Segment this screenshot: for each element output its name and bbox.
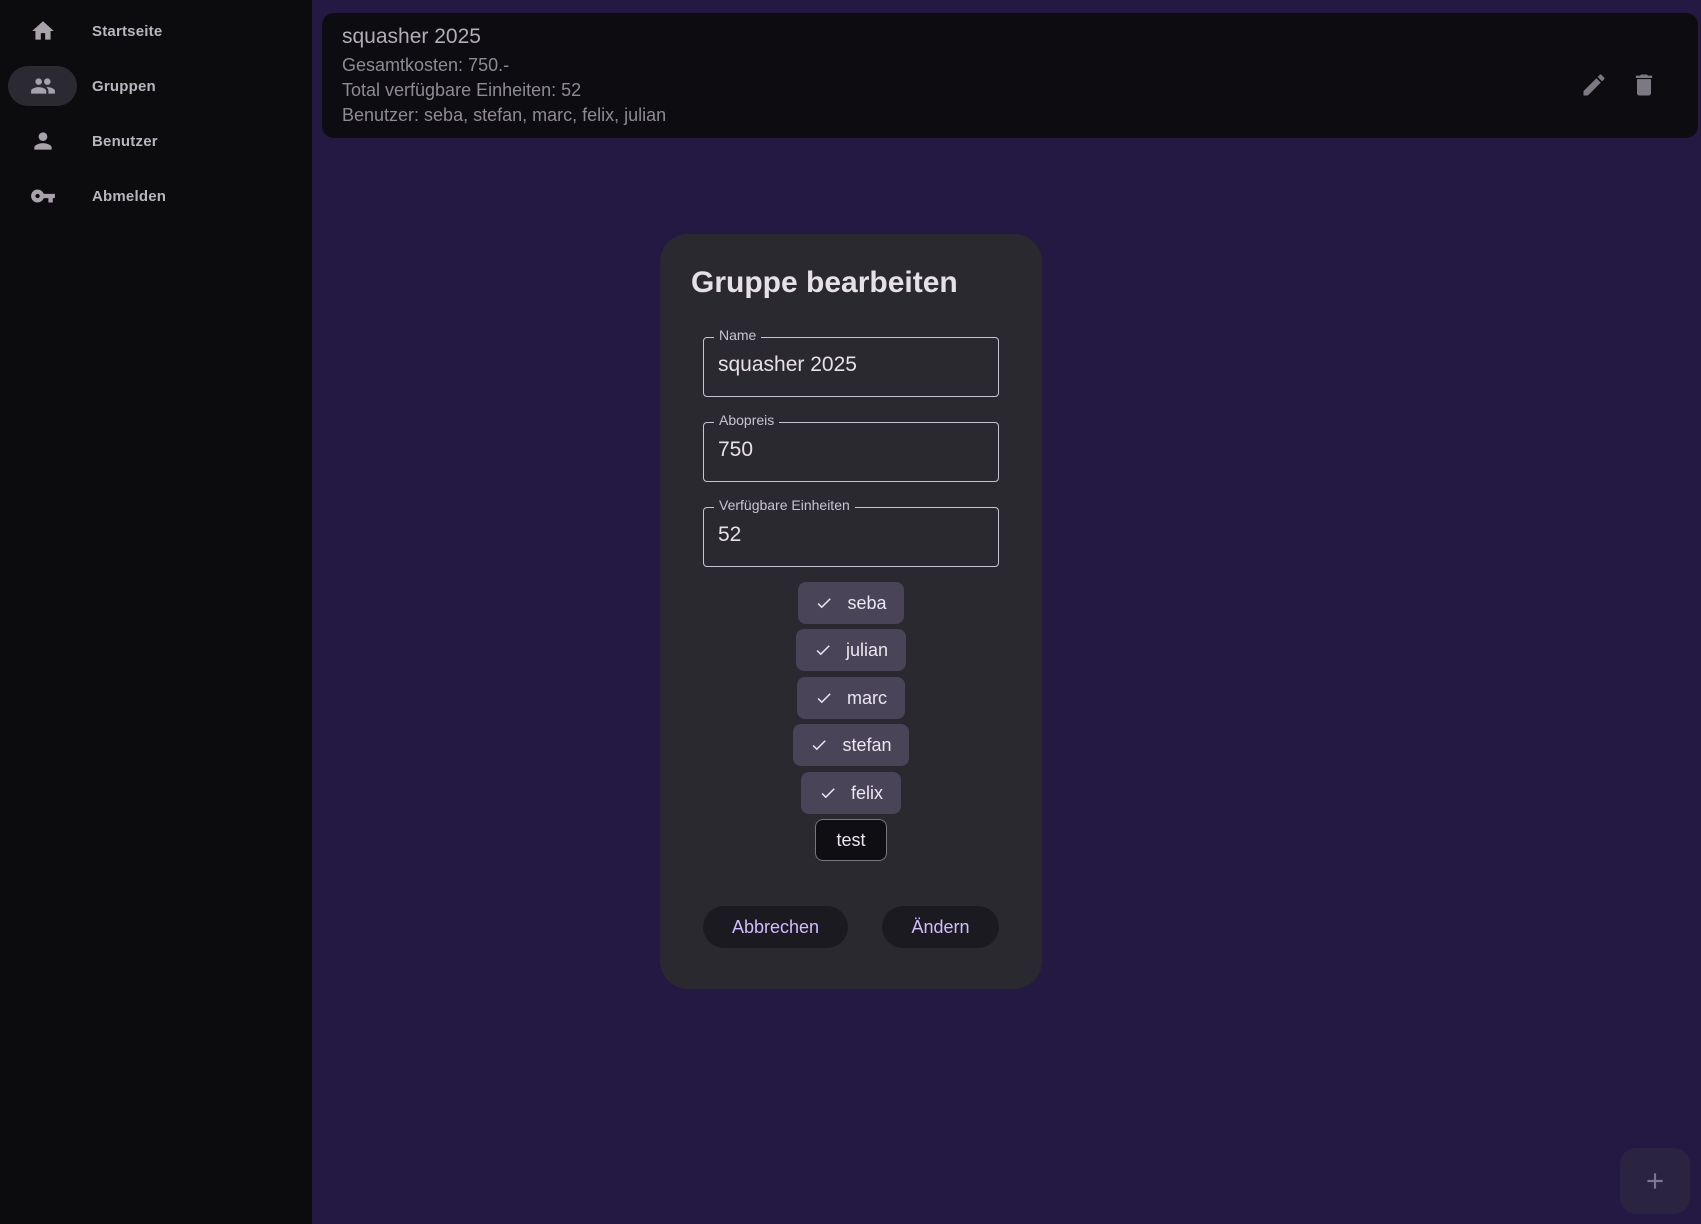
nav-label-benutzer: Benutzer [92, 132, 158, 150]
group-icon [30, 78, 55, 94]
nav-pill [8, 11, 77, 51]
nav-item-gruppen[interactable]: Gruppen [8, 66, 304, 106]
units-field-label: Verfügbare Einheiten [714, 497, 855, 513]
dialog-title: Gruppe bearbeiten [691, 266, 958, 299]
chip-label: stefan [842, 734, 892, 755]
edit-icon [1583, 74, 1605, 96]
chip-label: seba [847, 592, 887, 613]
price-field[interactable]: Abopreis [703, 412, 999, 482]
chip-user-test[interactable]: test [815, 819, 887, 861]
units-input[interactable] [718, 523, 978, 547]
check-icon [816, 645, 830, 656]
name-field[interactable]: Name [703, 327, 999, 397]
delete-button[interactable] [1628, 69, 1660, 101]
chip-label: marc [847, 687, 887, 708]
plus-icon [1647, 1173, 1663, 1189]
check-icon [813, 740, 827, 751]
nav-label-gruppen: Gruppen [92, 77, 156, 95]
chip-label: test [836, 829, 866, 850]
nav-pill [8, 176, 77, 216]
group-users: Benutzer: seba, stefan, marc, felix, jul… [342, 105, 667, 125]
chip-user-seba[interactable]: seba [798, 582, 904, 624]
check-icon [818, 598, 832, 609]
name-input[interactable] [718, 353, 978, 377]
cancel-button[interactable]: Abbrechen [703, 906, 848, 948]
chip-user-marc[interactable]: marc [797, 677, 905, 719]
chip-user-stefan[interactable]: stefan [793, 724, 909, 766]
nav-label-abmelden: Abmelden [92, 187, 167, 205]
chip-label: felix [850, 782, 883, 803]
price-input[interactable] [718, 438, 978, 462]
chip-user-felix[interactable]: felix [801, 772, 901, 814]
key-icon [30, 189, 55, 203]
chip-user-julian[interactable]: julian [796, 629, 906, 671]
confirm-button[interactable]: Ändern [882, 906, 999, 948]
group-total-cost: Gesamtkosten: 750.- [342, 55, 510, 75]
nav-item-abmelden[interactable]: Abmelden [8, 176, 304, 216]
nav-item-benutzer[interactable]: Benutzer [8, 121, 304, 161]
price-field-label: Abopreis [714, 412, 780, 428]
delete-icon [1635, 74, 1653, 96]
check-icon [821, 788, 835, 799]
chip-label: julian [845, 639, 889, 660]
name-field-label: Name [714, 327, 762, 343]
nav-pill [8, 121, 77, 161]
edit-group-dialog: Gruppe bearbeiten Name Abopreis Verfügba… [660, 234, 1042, 989]
nav-pill-active [8, 66, 77, 106]
add-group-fab[interactable] [1620, 1148, 1690, 1214]
group-units: Total verfügbare Einheiten: 52 [342, 80, 582, 100]
edit-button[interactable] [1578, 69, 1610, 101]
check-icon [817, 693, 831, 704]
group-title: squasher 2025 [342, 25, 481, 48]
nav-item-startseite[interactable]: Startseite [8, 11, 304, 51]
group-card[interactable]: squasher 2025 Gesamtkosten: 750.- Total … [322, 13, 1698, 138]
navigation-sidebar: Startseite Gruppen Benutzer Abmelden [0, 0, 312, 1224]
home-icon [31, 21, 54, 40]
person-icon [33, 132, 52, 150]
units-field[interactable]: Verfügbare Einheiten [703, 497, 999, 567]
nav-label-startseite: Startseite [92, 22, 163, 40]
